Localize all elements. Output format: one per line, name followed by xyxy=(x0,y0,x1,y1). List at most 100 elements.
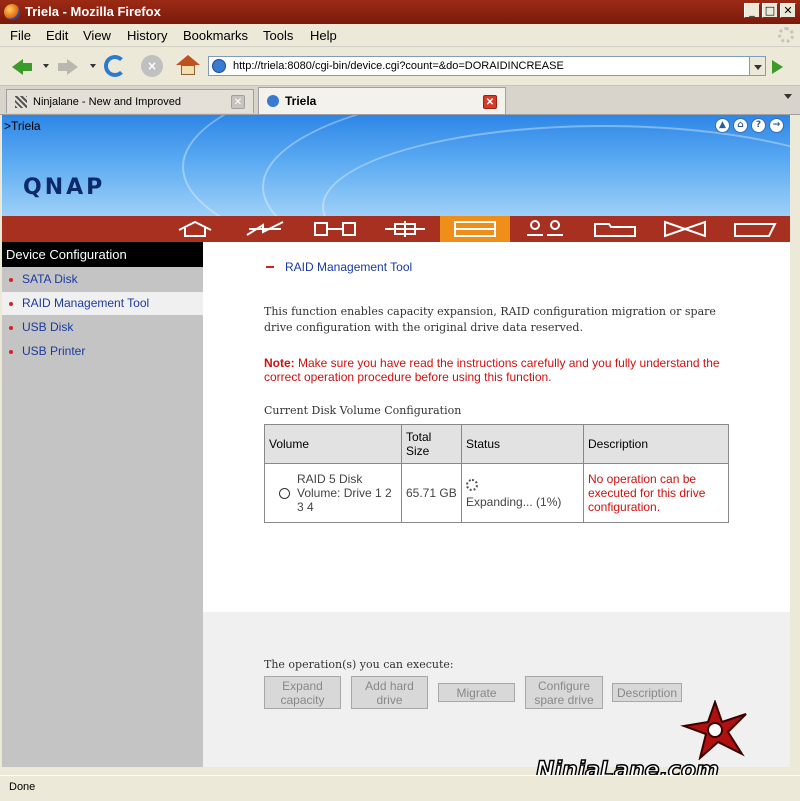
tab-label: Triela xyxy=(285,94,317,108)
menu-history[interactable]: History xyxy=(127,28,167,43)
logout-icon[interactable]: → xyxy=(769,118,784,133)
address-url: http://triela:8080/cgi-bin/device.cgi?co… xyxy=(233,60,564,72)
network-service-icon xyxy=(664,220,706,238)
bullet-icon xyxy=(9,326,13,330)
address-bar[interactable]: http://triela:8080/cgi-bin/device.cgi?co… xyxy=(208,56,750,76)
section-title: RAID Management Tool xyxy=(285,260,413,274)
forward-arrow-icon[interactable] xyxy=(56,55,80,77)
sidebar-item-usb-printer[interactable]: USB Printer xyxy=(2,340,203,363)
header-status: Status xyxy=(461,424,584,464)
note-text: Make sure you have read the instructions… xyxy=(264,356,720,384)
toolbar-device-configuration[interactable] xyxy=(440,216,510,242)
site-favicon-icon xyxy=(267,95,279,107)
window-title: Triela - Mozilla Firefox xyxy=(25,4,161,19)
window-controls: _ □ ✕ xyxy=(744,3,796,18)
menu-tools[interactable]: Tools xyxy=(263,28,293,43)
close-button[interactable]: ✕ xyxy=(780,3,796,18)
toolbar-system[interactable] xyxy=(370,216,440,242)
device-config-icon xyxy=(454,221,496,237)
menu-file[interactable]: File xyxy=(10,28,31,43)
volume-table: Volume Total Size Status Description RAI… xyxy=(264,424,729,523)
device-icon xyxy=(314,222,356,236)
banner-shortcuts: ▲ ⌂ ? → xyxy=(715,118,784,133)
maximize-button[interactable]: □ xyxy=(762,3,778,18)
loading-spinner-icon xyxy=(466,479,478,491)
header-description: Description xyxy=(583,424,729,464)
toolbar-share-folders[interactable] xyxy=(580,216,650,242)
note-label: Note: xyxy=(264,356,295,370)
bullet-icon xyxy=(9,350,13,354)
page-viewport: >Triela ▲ ⌂ ? → QNAP Device Configuratio… xyxy=(2,115,790,767)
folder-icon xyxy=(594,223,636,237)
migrate-button[interactable]: Migrate xyxy=(438,683,515,702)
sidebar-item-label: USB Disk xyxy=(22,320,74,334)
home-icon xyxy=(178,220,212,237)
stop-icon[interactable]: × xyxy=(141,55,163,77)
home-icon[interactable]: ⌂ xyxy=(733,118,748,133)
config-label: Current Disk Volume Configuration xyxy=(264,404,462,417)
menu-help[interactable]: Help xyxy=(310,28,337,43)
sidebar-item-label: RAID Management Tool xyxy=(22,296,150,310)
sidebar-item-sata-disk[interactable]: SATA Disk xyxy=(2,268,203,291)
statistics-icon xyxy=(734,223,777,237)
breadcrumb[interactable]: >Triela xyxy=(4,119,41,133)
close-tab-icon[interactable]: ✕ xyxy=(483,95,497,109)
activity-throbber-icon xyxy=(778,27,794,43)
volume-cell: RAID 5 Disk Volume: Drive 1 2 3 4 xyxy=(264,463,402,523)
header-total-size: Total Size xyxy=(401,424,462,464)
tab-triela[interactable]: Triela ✕ xyxy=(258,87,506,114)
tab-list-dropdown-icon[interactable] xyxy=(784,94,792,99)
close-tab-icon[interactable]: ✕ xyxy=(231,95,245,109)
sidebar-item-usb-disk[interactable]: USB Disk xyxy=(2,316,203,339)
header-banner: >Triela ▲ ⌂ ? → QNAP xyxy=(2,115,790,216)
warning-note: Note: Make sure you have read the instru… xyxy=(264,356,734,384)
operations-label: The operation(s) you can execute: xyxy=(264,658,454,671)
main-panel: RAID Management Tool This function enabl… xyxy=(203,242,790,767)
qnap-logo: QNAP xyxy=(23,175,106,200)
toolbar-network-services[interactable] xyxy=(650,216,720,242)
home-icon[interactable] xyxy=(176,55,200,77)
system-icon xyxy=(385,221,425,237)
menu-bar: File Edit View History Bookmarks Tools H… xyxy=(0,24,800,47)
ninjalane-favicon-icon xyxy=(15,96,27,108)
toolbar-statistics[interactable] xyxy=(720,216,790,242)
header-volume: Volume xyxy=(264,424,402,464)
volume-select-radio[interactable] xyxy=(279,488,290,499)
up-icon[interactable]: ▲ xyxy=(715,118,730,133)
window-title-bar: Triela - Mozilla Firefox _ □ ✕ xyxy=(0,0,800,24)
status-bar: Done xyxy=(0,775,800,801)
help-icon[interactable]: ? xyxy=(751,118,766,133)
sidebar-item-raid-management-tool[interactable]: RAID Management Tool xyxy=(2,292,203,315)
expand-capacity-button[interactable]: Expand capacity xyxy=(264,676,341,709)
add-hard-drive-button[interactable]: Add hard drive xyxy=(351,676,428,709)
tab-label: Ninjalane - New and Improved xyxy=(33,96,181,108)
back-arrow-icon[interactable] xyxy=(10,55,34,77)
reload-icon[interactable] xyxy=(104,55,126,77)
status-cell: Expanding... (1%) xyxy=(461,463,584,523)
forward-history-dropdown-icon[interactable] xyxy=(90,64,96,68)
sidebar-item-label: SATA Disk xyxy=(22,272,78,286)
toolbar-home[interactable] xyxy=(160,216,230,242)
back-history-dropdown-icon[interactable] xyxy=(43,64,49,68)
minimize-button[interactable]: _ xyxy=(744,3,760,18)
function-description: This function enables capacity expansion… xyxy=(264,305,716,334)
menu-edit[interactable]: Edit xyxy=(46,28,68,43)
tab-ninjalane[interactable]: Ninjalane - New and Improved ✕ xyxy=(6,89,254,113)
toolbar-users[interactable] xyxy=(510,216,580,242)
shuriken-logo-icon xyxy=(680,700,747,760)
status-text: Expanding... (1%) xyxy=(466,495,562,509)
url-history-dropdown-icon[interactable] xyxy=(750,56,766,76)
toolbar-network[interactable] xyxy=(230,216,300,242)
volume-name: RAID 5 Disk Volume: Drive 1 2 3 4 xyxy=(297,472,392,514)
table-row: RAID 5 Disk Volume: Drive 1 2 3 4 65.71 … xyxy=(264,463,729,523)
menu-view[interactable]: View xyxy=(83,28,111,43)
main-toolbar xyxy=(2,216,790,242)
toolbar-device[interactable] xyxy=(300,216,370,242)
table-header-row: Volume Total Size Status Description xyxy=(264,424,729,464)
bullet-icon xyxy=(9,302,13,306)
go-arrow-icon[interactable] xyxy=(772,60,783,74)
vertical-scrollbar[interactable] xyxy=(790,115,800,767)
tab-bar: Ninjalane - New and Improved ✕ Triela ✕ xyxy=(0,86,800,115)
network-icon xyxy=(246,221,284,236)
menu-bookmarks[interactable]: Bookmarks xyxy=(183,28,248,43)
